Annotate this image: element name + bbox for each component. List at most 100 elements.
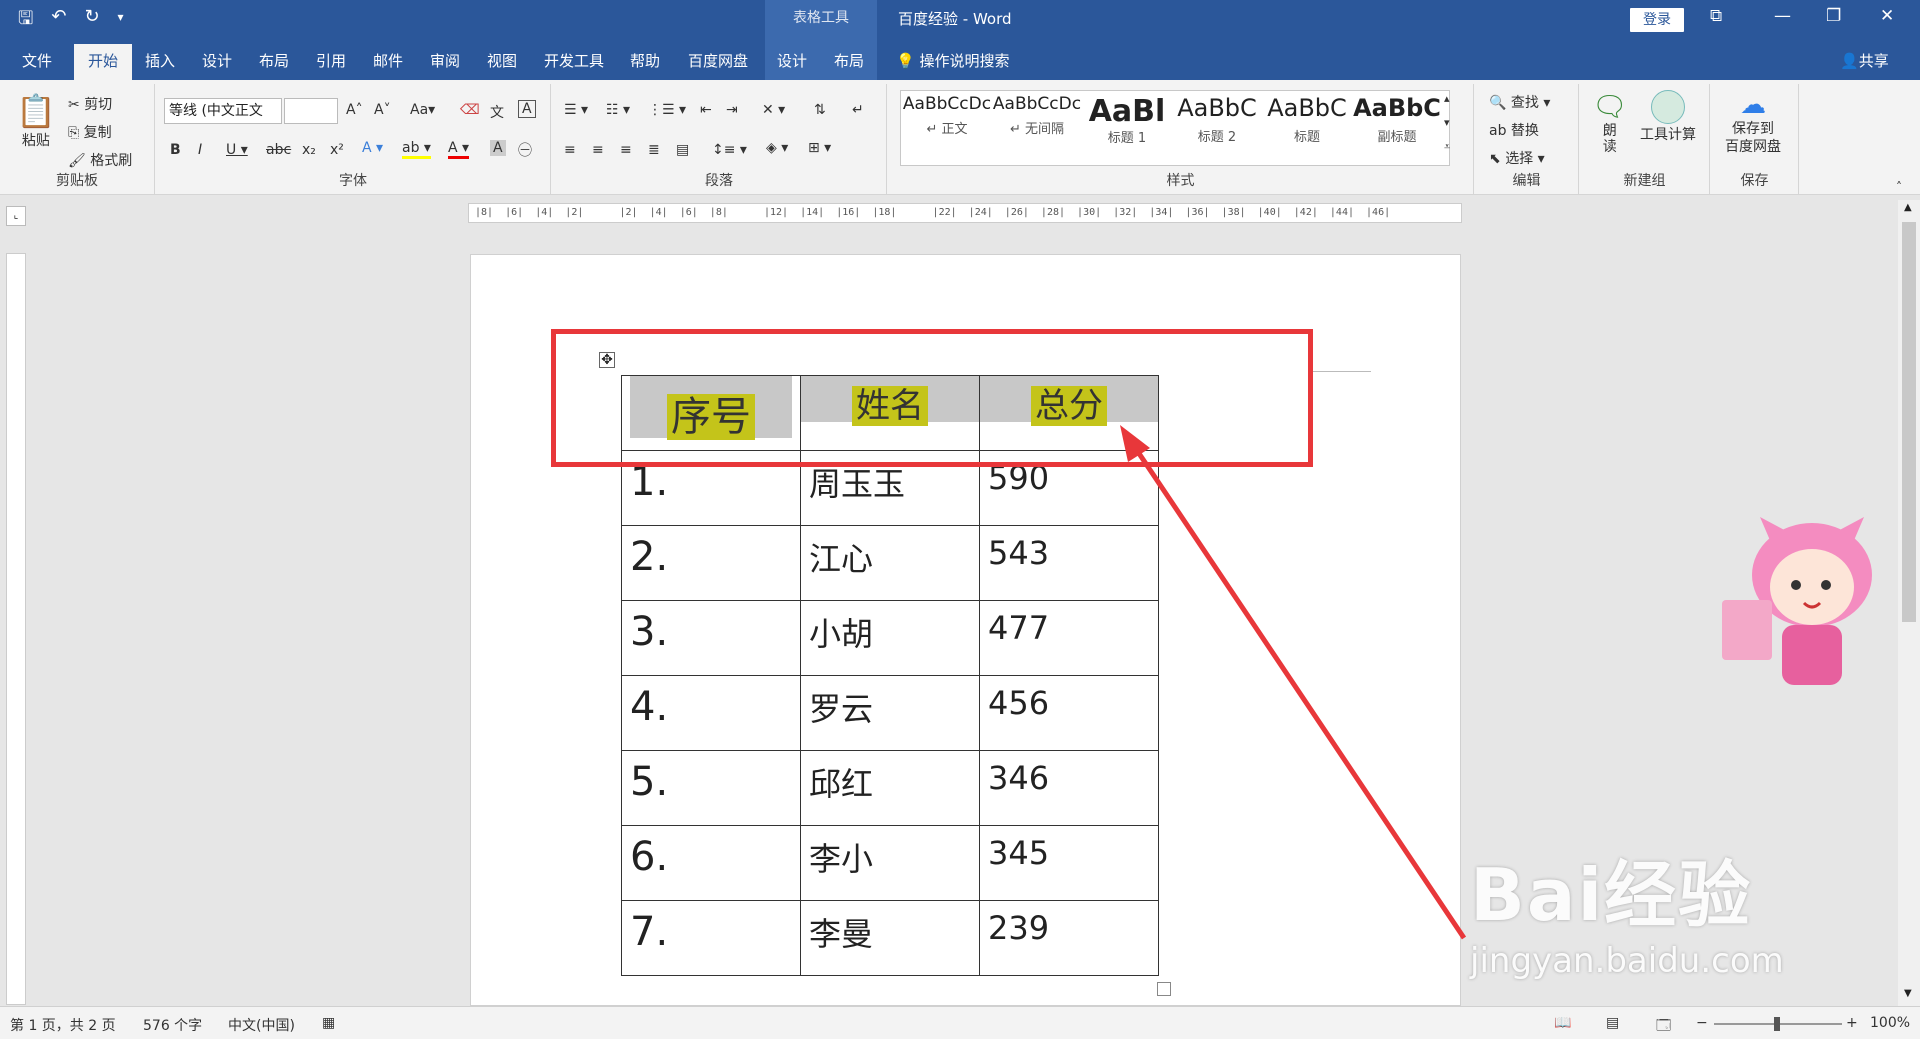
- collapse-ribbon-icon[interactable]: ˄: [1896, 180, 1902, 194]
- macro-record-icon[interactable]: ▦: [322, 1015, 335, 1031]
- table-cell-serial[interactable]: 2.: [621, 525, 801, 601]
- login-button[interactable]: 登录: [1630, 8, 1684, 32]
- table-cell-serial[interactable]: 5.: [621, 750, 801, 826]
- numbering-icon[interactable]: ☷ ▾: [606, 102, 630, 118]
- format-painter-button[interactable]: 🖌 格式刷: [68, 150, 132, 170]
- scroll-up-icon[interactable]: ▲: [1904, 202, 1912, 213]
- redo-icon[interactable]: ↻: [84, 6, 99, 36]
- styles-more-icon[interactable]: ⩡: [1444, 140, 1450, 154]
- cut-button[interactable]: ✂ 剪切: [68, 94, 112, 114]
- phonetic-guide-icon[interactable]: 文: [490, 102, 504, 122]
- tab-help[interactable]: 帮助: [630, 50, 660, 71]
- table-cell-score[interactable]: 477: [979, 600, 1159, 676]
- table-cell-serial[interactable]: 4.: [621, 675, 801, 751]
- web-layout-icon[interactable]: 🗔: [1656, 1015, 1671, 1039]
- select-button[interactable]: ⬉ 选择 ▾: [1489, 148, 1545, 168]
- word-count[interactable]: 576 个字: [143, 1015, 202, 1035]
- share-button[interactable]: 👤共享: [1840, 50, 1889, 71]
- font-size-dropdown[interactable]: [284, 98, 338, 124]
- scrollbar-thumb[interactable]: [1902, 222, 1916, 622]
- tab-references[interactable]: 引用: [316, 50, 346, 71]
- zoom-in-icon[interactable]: +: [1846, 1015, 1858, 1031]
- tab-design[interactable]: 设计: [202, 50, 232, 71]
- clear-formatting-icon[interactable]: ⌫: [460, 102, 480, 118]
- save-to-baidu-button[interactable]: ☁ 保存到 百度网盘: [1725, 90, 1781, 156]
- strikethrough-icon[interactable]: abc: [266, 142, 291, 158]
- zoom-slider[interactable]: [1714, 1017, 1842, 1031]
- tab-selector[interactable]: ⌞: [6, 206, 26, 226]
- italic-icon[interactable]: I: [198, 142, 202, 158]
- shading-icon[interactable]: ◈ ▾: [766, 140, 788, 156]
- table-cell-serial[interactable]: 3.: [621, 600, 801, 676]
- read-mode-icon[interactable]: 📖: [1554, 1015, 1571, 1031]
- styles-scroll-down-icon[interactable]: ▾: [1444, 116, 1450, 129]
- table-cell-name[interactable]: 李小: [800, 825, 980, 901]
- style-heading-2[interactable]: AaBbC 标题 2: [1172, 94, 1262, 164]
- find-button[interactable]: 🔍 查找 ▾: [1489, 92, 1550, 112]
- table-cell-score[interactable]: 239: [979, 900, 1159, 976]
- table-cell-serial[interactable]: 6.: [621, 825, 801, 901]
- ribbon-display-options-icon[interactable]: ⧉: [1710, 6, 1722, 26]
- line-spacing-icon[interactable]: ↕≡ ▾: [712, 142, 747, 158]
- replace-button[interactable]: ab 替换: [1489, 120, 1539, 140]
- table-cell-score[interactable]: 345: [979, 825, 1159, 901]
- customize-qat-icon[interactable]: ▾: [118, 6, 124, 36]
- style-subtitle[interactable]: AaBbC 副标题: [1352, 94, 1442, 164]
- save-icon[interactable]: 🖫: [18, 6, 33, 36]
- align-left-icon[interactable]: ≡: [564, 142, 576, 158]
- copy-button[interactable]: ⎘ 复制: [68, 122, 112, 142]
- enclose-characters-icon[interactable]: ㊀: [518, 140, 532, 160]
- character-shading-icon[interactable]: A: [490, 140, 506, 156]
- font-name-dropdown[interactable]: 等线 (中文正文: [164, 98, 282, 124]
- tab-layout[interactable]: 布局: [259, 50, 289, 71]
- bullets-icon[interactable]: ☰ ▾: [564, 102, 588, 118]
- superscript-icon[interactable]: x²: [330, 142, 344, 158]
- zoom-out-icon[interactable]: −: [1696, 1015, 1708, 1031]
- vertical-ruler[interactable]: [6, 253, 26, 1005]
- align-center-icon[interactable]: ≡: [592, 142, 604, 158]
- vertical-scrollbar[interactable]: ▲ ▼: [1898, 200, 1920, 1006]
- change-case-icon[interactable]: Aa▾: [410, 102, 435, 118]
- table-cell-score[interactable]: 456: [979, 675, 1159, 751]
- table-cell-serial[interactable]: 7.: [621, 900, 801, 976]
- shrink-font-icon[interactable]: A˅: [374, 102, 391, 118]
- tab-baidu-netdisk[interactable]: 百度网盘: [688, 50, 748, 71]
- table-cell-name[interactable]: 李曼: [800, 900, 980, 976]
- show-marks-icon[interactable]: ↵: [852, 102, 864, 118]
- table-cell-name[interactable]: 罗云: [800, 675, 980, 751]
- character-border-icon[interactable]: A: [518, 100, 536, 118]
- styles-scroll-up-icon[interactable]: ▴: [1444, 92, 1450, 105]
- tab-review[interactable]: 审阅: [430, 50, 460, 71]
- increase-indent-icon[interactable]: ⇥: [726, 102, 738, 118]
- justify-icon[interactable]: ≣: [648, 142, 660, 158]
- align-right-icon[interactable]: ≡: [620, 142, 632, 158]
- style-normal[interactable]: AaBbCcDc ↵ 正文: [902, 94, 992, 164]
- tab-file[interactable]: 文件: [22, 50, 52, 71]
- table-cell-name[interactable]: 邱红: [800, 750, 980, 826]
- restore-icon[interactable]: ❐: [1826, 6, 1841, 26]
- borders-icon[interactable]: ⊞ ▾: [808, 140, 831, 156]
- grow-font-icon[interactable]: A˄: [346, 102, 363, 118]
- print-layout-icon[interactable]: ▤: [1606, 1015, 1619, 1031]
- scroll-down-icon[interactable]: ▼: [1904, 988, 1912, 999]
- read-aloud-button[interactable]: 🗨 朗 读: [1592, 90, 1628, 155]
- table-cell-score[interactable]: 543: [979, 525, 1159, 601]
- language-indicator[interactable]: 中文(中国): [228, 1015, 295, 1035]
- tab-table-design[interactable]: 设计: [777, 50, 807, 71]
- text-highlight-icon[interactable]: ab ▾: [402, 140, 431, 159]
- distributed-icon[interactable]: ▤: [676, 142, 689, 158]
- underline-icon[interactable]: U ▾: [226, 142, 248, 158]
- tab-insert[interactable]: 插入: [145, 50, 175, 71]
- table-cell-name[interactable]: 江心: [800, 525, 980, 601]
- style-title[interactable]: AaBbC 标题: [1262, 94, 1352, 164]
- chinese-layout-icon[interactable]: ✕ ▾: [762, 102, 785, 118]
- tab-developer[interactable]: 开发工具: [544, 50, 604, 71]
- text-effects-icon[interactable]: A ▾: [362, 140, 383, 156]
- multilevel-list-icon[interactable]: ⋮☰ ▾: [648, 102, 686, 118]
- zoom-slider-knob[interactable]: [1774, 1017, 1780, 1031]
- tell-me-search[interactable]: 💡 操作说明搜索: [896, 50, 1009, 71]
- sort-icon[interactable]: ⇅: [814, 102, 826, 118]
- minimize-icon[interactable]: —: [1774, 6, 1791, 26]
- bold-icon[interactable]: B: [170, 142, 181, 158]
- font-color-icon[interactable]: A ▾: [448, 140, 470, 159]
